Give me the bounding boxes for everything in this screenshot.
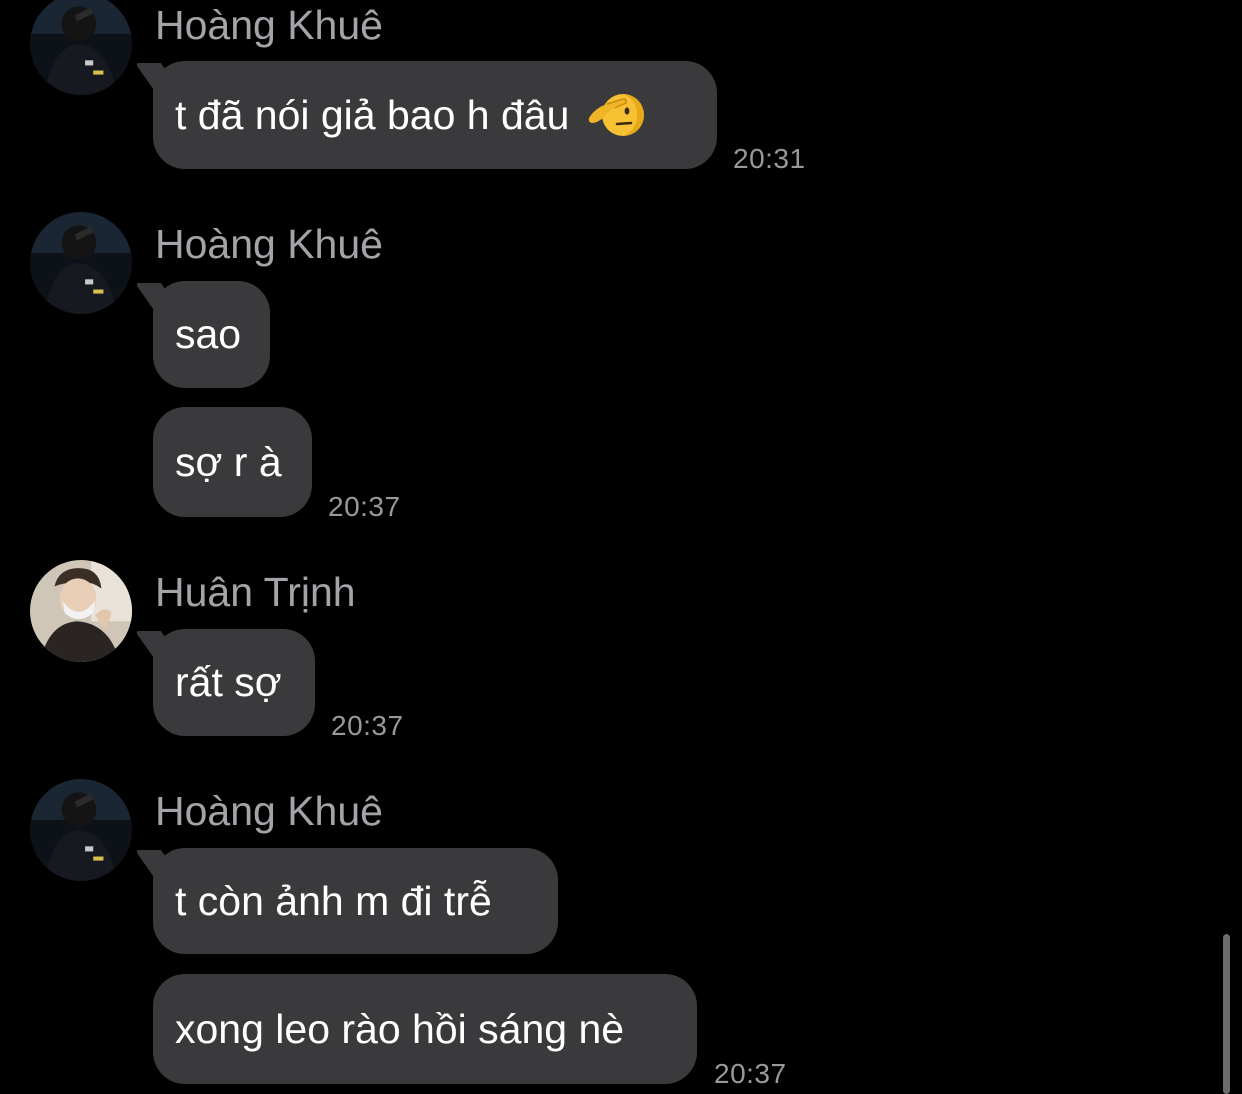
saluting-face-icon [587, 90, 645, 140]
scrollbar[interactable] [1223, 934, 1230, 1094]
sender-name: Hoàng Khuê [155, 2, 383, 48]
avatar-hoang-khue[interactable] [30, 0, 132, 95]
message-text: xong leo rào hồi sáng nè [175, 1005, 625, 1052]
avatar-huan-trinh[interactable] [30, 560, 132, 662]
avatar-image [30, 0, 132, 95]
message-text: t đã nói giả bao h đâu [175, 91, 570, 138]
message-bubble[interactable]: t còn ảnh m đi trễ [153, 848, 558, 954]
avatar-hoang-khue[interactable] [30, 779, 132, 881]
message-text: t còn ảnh m đi trễ [175, 877, 492, 924]
message-timestamp: 20:37 [714, 1058, 787, 1089]
message-bubble[interactable]: sao [153, 281, 270, 388]
message-bubble[interactable]: t đã nói giả bao h đâu [153, 61, 717, 169]
avatar-image [30, 560, 132, 662]
sender-name: Hoàng Khuê [155, 788, 383, 834]
avatar-hoang-khue[interactable] [30, 212, 132, 314]
message-timestamp: 20:37 [331, 710, 404, 741]
sender-name: Huân Trịnh [155, 569, 356, 615]
message-bubble[interactable]: sợ r à [153, 407, 312, 517]
message-text: sợ r à [175, 438, 282, 485]
chat-thread: Hoàng Khuê t đã nói giả bao h đâu 20:31 [0, 0, 1242, 1094]
avatar-image [30, 212, 132, 314]
message-text: sao [175, 311, 242, 357]
message-text: rất sợ [175, 659, 282, 705]
sender-name: Hoàng Khuê [155, 221, 383, 267]
message-bubble[interactable]: rất sợ [153, 629, 315, 736]
avatar-image [30, 779, 132, 881]
message-timestamp: 20:31 [733, 143, 806, 174]
message-timestamp: 20:37 [328, 491, 401, 522]
message-bubble[interactable]: xong leo rào hồi sáng nè [153, 974, 697, 1084]
